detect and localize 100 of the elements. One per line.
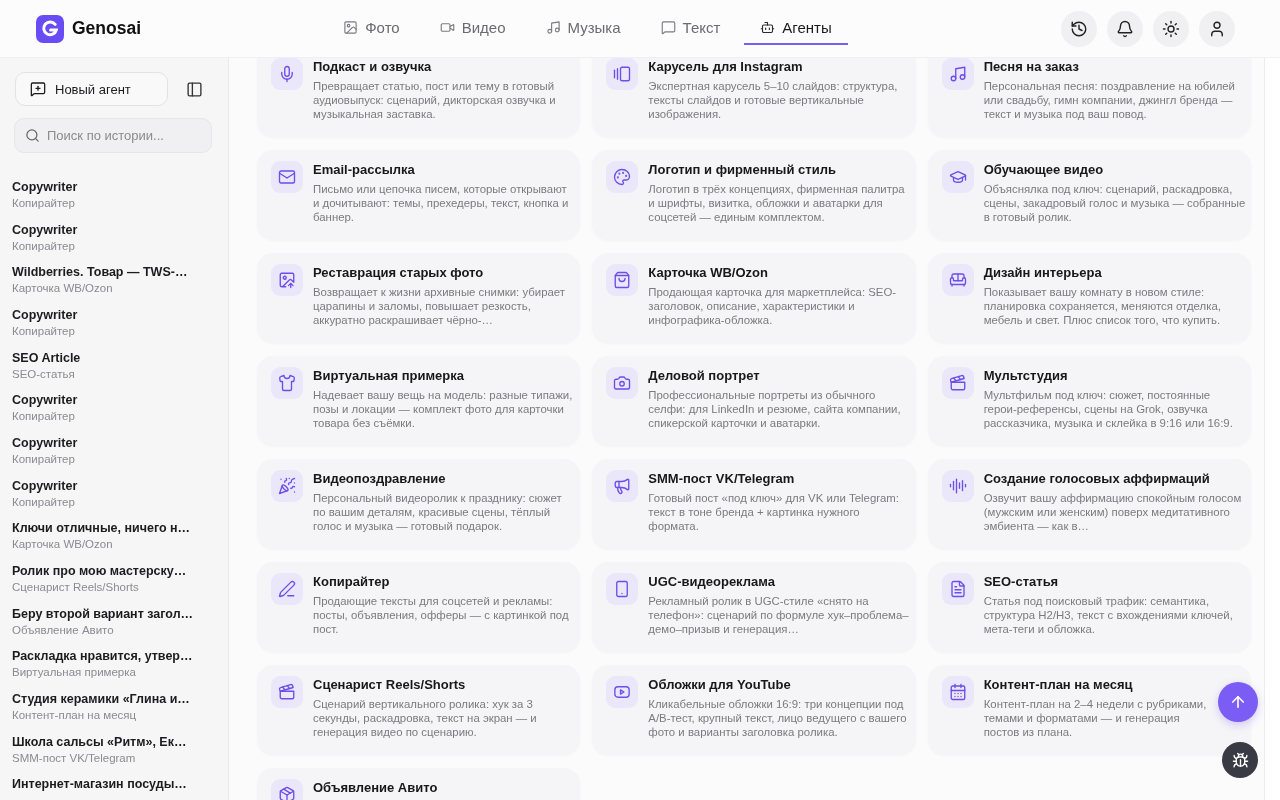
envelope-icon [271,161,303,193]
history-item[interactable]: Copywriter Копирайтер [0,301,228,344]
history-item[interactable]: Школа сальсы «Ритм», Ек… SMM-пост VK/Telegram [0,727,228,771]
notifications-button[interactable] [1107,10,1143,47]
clapperboard-icon [271,676,303,708]
history-subtitle: Копирайтер [12,195,76,210]
agent-title: Реставрация старых фото [313,264,485,281]
agent-title: Виртуальная примерка [313,367,465,384]
agent-card[interactable]: Мультстудия Мультфильм под ключ: сюжет, постоянные герои-референсы, сцены на Grok, озвучка рассказчика, музыка и склейка в 9:16 или 16:9. [927,356,1251,446]
agent-card[interactable]: Обложки для YouTube Кликабельные обложки 16:9: три концепции под A/B-тест, крупный текст, лицо ведущего с вашего фото и варианты заголовка ролика. [592,665,916,755]
agent-title: Карточка WB/Ozon [648,264,769,281]
agent-card[interactable]: Email-рассылка Письмо или цепочка писем, которые открывают и дочитывают: темы, прехедеры, текст, кнопка и баннер. [257,150,581,240]
clapperboard-icon [941,367,974,399]
agent-card[interactable]: Карусель для Instagram Экспертная карусель 5–10 слайдов: структура, тексты слайдов и готовые вертикальные изображения. [592,58,916,137]
history-item[interactable]: Раскладка нравится, утвер… Виртуальная примерка [0,642,228,686]
play-button-icon [606,676,639,708]
agent-description: Письмо или цепочка писем, которые открывают и дочитывают: темы, прехедеры, текст, кнопка и баннер. [313,182,570,224]
history-item[interactable]: Copywriter Копирайтер [0,215,228,259]
agent-title: Объявление Авито [313,779,438,796]
agent-title: Подкаст и озвучка [313,58,433,75]
agent-description: Мультфильм под ключ: сюжет, постоянные герои-референсы, сцены на Grok, озвучка рассказчика, музыка и склейка в 9:16 или 16:9. [983,388,1234,430]
agent-description: Экспертная карусель 5–10 слайдов: структура, тексты слайдов и готовые вертикальные изображения. [648,79,899,121]
search-field[interactable]: Поиск по истории... [14,118,212,153]
agent-title: Создание голосовых аффирмаций [983,470,1211,487]
history-title: Copywriter [12,306,79,324]
agent-card[interactable]: SEO-статья Статья под поисковый трафик: семантика, структура H2/H3, текст с вхождениями ключей, мета-теги и обложка. [927,562,1251,652]
history-title: Copywriter [12,434,79,452]
history-title: Школа сальсы «Ритм», Ек… [12,733,188,751]
agent-card[interactable]: Карточка WB/Ozon Продающая карточка для маркетплейса: SEO-заголовок, описание, характеристики и инфографика-обложка. [592,253,916,343]
history-subtitle: Контент-план на месяц [12,708,138,723]
history-title: Студия керамики «Глина и… [12,691,191,709]
history-item[interactable]: Wildberries. Товар — TWS-… Карточка WB/Ozon [0,258,228,302]
history-subtitle: Карточка WB/Ozon [12,537,114,552]
agent-description: Кликабельные обложки 16:9: три концепции под A/B-тест, крупный текст, лицо ведущего с вашего фото и варианты заголовка ролика. [648,697,908,739]
agent-title: Мультстудия [983,367,1069,384]
agent-card[interactable]: Обучающее видео Объяснялка под ключ: сценарий, раскадровка, сцены, закадровый голос и музыка — собранные в готовый ролик. [927,150,1251,240]
history-item[interactable]: Ролик про мою мастерску… Сценарист Reels/Shorts [0,557,228,600]
agent-description: Объяснялка под ключ: сценарий, раскадровка, сцены, закадровый голос и музыка — собранные в готовый ролик. [983,182,1246,224]
agent-card[interactable]: Деловой портрет Профессиональные портреты из обычного селфи: для LinkedIn и резюме, сайта компании, спикерской карточки и аватарки. [592,356,916,446]
history-item[interactable]: Copywriter Копирайтер [0,173,228,216]
history-title: Интернет-магазин посуды… [12,776,188,794]
robot-icon [760,20,776,35]
agent-card[interactable]: Копирайтер Продающие тексты для соцсетей и рекламы: посты, объявления, офферы — с картинкой под пост. [257,562,581,652]
agent-description: Сценарий вертикального ролика: хук за 3 секунды, раскадровка, текст на экран — и генерация видео по сценарию. [313,697,538,739]
history-button[interactable] [1061,10,1097,47]
history-item[interactable]: Copywriter Копирайтер [0,386,228,430]
agent-description: Превращает статью, пост или тему в готовый аудиовыпуск: сценарий, дикторская озвучка и музыкальная заставка. [313,79,557,121]
history-title: Copywriter [12,392,79,410]
agent-card[interactable]: Создание голосовых аффирмаций Озвучит вашу аффирмацию спокойным голосом (мужским или женским) поверх медитативного эмбиента — как в… [927,459,1251,549]
sun-icon [1162,19,1180,38]
picture-icon [343,20,359,35]
nav-tab[interactable]: Видео [423,19,522,45]
camera-icon [606,367,639,399]
agent-title: Обучающее видео [983,161,1105,178]
history-title: Copywriter [12,178,79,196]
agent-card[interactable]: Виртуальная примерка Надевает вашу вещь на модель: разные типажи, позы и локации — комплект фото для карточки товара без съёмки. [257,356,581,446]
sofa-icon [941,264,974,296]
agent-card[interactable]: Видеопоздравление Персональный видеоролик к празднику: сюжет по вашим деталям, красивые сцены, тёплый голос и музыка — готовый подарок. [257,459,581,549]
history-item[interactable]: Студия керамики «Глина и… Контент-план на месяц [0,685,228,728]
agent-title: Копирайтер [313,573,391,590]
agent-card[interactable]: Контент-план на месяц Контент-план на 2–4 недели с рубриками, темами и форматами — и генерация постов из плана. [927,665,1251,755]
history-item[interactable]: Copywriter Копирайтер [0,471,228,515]
agent-description: Рекламный ролик в UGC-стиле «снято на телефон»: сценарий по формуле хук–проблема–демо–призыв и генерация… [648,594,910,636]
agent-description: Готовый пост «под ключ» для VK или Telegram: текст в тоне бренда + картинка нужного формата. [648,491,900,533]
agent-description: Показывает вашу комнату в новом стиле: планировка сохраняется, меняются отделка, мебель и свет. Плюс список того, что купить. [983,285,1222,327]
history-title: Ролик про мою мастерску… [12,563,188,581]
profile-button[interactable] [1199,10,1235,47]
history-item[interactable]: SEO Article SEO-статья [0,343,228,387]
agent-card[interactable]: Сценарист Reels/Shorts Сценарий вертикального ролика: хук за 3 секунды, раскадровка, текст на экран — и генерация видео по сценарию. [257,665,581,755]
agent-card[interactable]: SMM-пост VK/Telegram Готовый пост «под ключ» для VK или Telegram: текст в тоне бренда + картинка нужного формата. [592,459,916,549]
logo-text: Genosai [72,18,142,39]
history-subtitle: Копирайтер [12,323,76,338]
agent-card[interactable]: Дизайн интерьера Показывает вашу комнату в новом стиле: планировка сохраняется, меняются отделка, мебель и свет. Плюс список того, что купить. [927,253,1251,343]
agent-description: Контент-план на 2–4 недели с рубриками, темами и форматами — и генерация постов из плана. [983,697,1208,739]
agent-description: Надевает вашу вещь на модель: разные типажи, позы и локации — комплект фото для карточки товара без съёмки. [313,388,574,430]
nav-tab[interactable]: Агенты [744,19,848,45]
history-item[interactable]: Интернет-магазин посуды… [0,770,228,800]
agent-card[interactable]: Объявление Авито [257,768,581,800]
sidebar-toggle-button[interactable] [186,80,203,98]
agent-card[interactable]: Логотип и фирменный стиль Логотип в трёх концепциях, фирменная палитра и шрифты, визитка, обложки и аватарки для соцсетей — единым комплектом. [592,150,916,240]
nav-tab[interactable]: Текст [644,19,737,45]
document-icon [941,573,974,605]
theme-button[interactable] [1153,10,1189,47]
nav-tab[interactable]: Музыка [529,19,637,45]
new-agent-button[interactable]: Новый агент [15,72,168,106]
agent-card[interactable]: UGC-видеореклама Рекламный ролик в UGC-стиле «снято на телефон»: сценарий по формуле хук–проблема–демо–призыв и генерация… [592,562,916,652]
history-item[interactable]: Ключи отличные, ничего н… Карточка WB/Ozon [0,514,228,558]
history-subtitle: Копирайтер [12,409,76,424]
history-item[interactable]: Беру второй вариант загол… Объявление Авито [0,599,228,643]
history-subtitle: SEO-статья [12,366,76,381]
agent-card[interactable]: Песня на заказ Персональная песня: поздравление на юбилей или свадьбу, гимн компании, джингл бренда — текст и музыка под ваш повод. [927,58,1251,137]
nav-tab[interactable]: Фото [327,19,416,45]
megaphone-icon [606,470,639,502]
agent-card[interactable]: Реставрация старых фото Возвращает к жизни архивные снимки: убирает царапины и заломы, повышает резкость, аккуратно раскрашивает чёрно-… [257,253,581,343]
agent-card[interactable]: Подкаст и озвучка Превращает статью, пост или тему в готовый аудиовыпуск: сценарий, дикторская озвучка и музыкальная заставка. [257,58,581,137]
search-icon [25,128,40,143]
palette-icon [606,161,639,193]
agent-title: Сценарист Reels/Shorts [313,676,467,693]
panel-icon [186,80,203,98]
history-item[interactable]: Copywriter Копирайтер [0,429,228,472]
